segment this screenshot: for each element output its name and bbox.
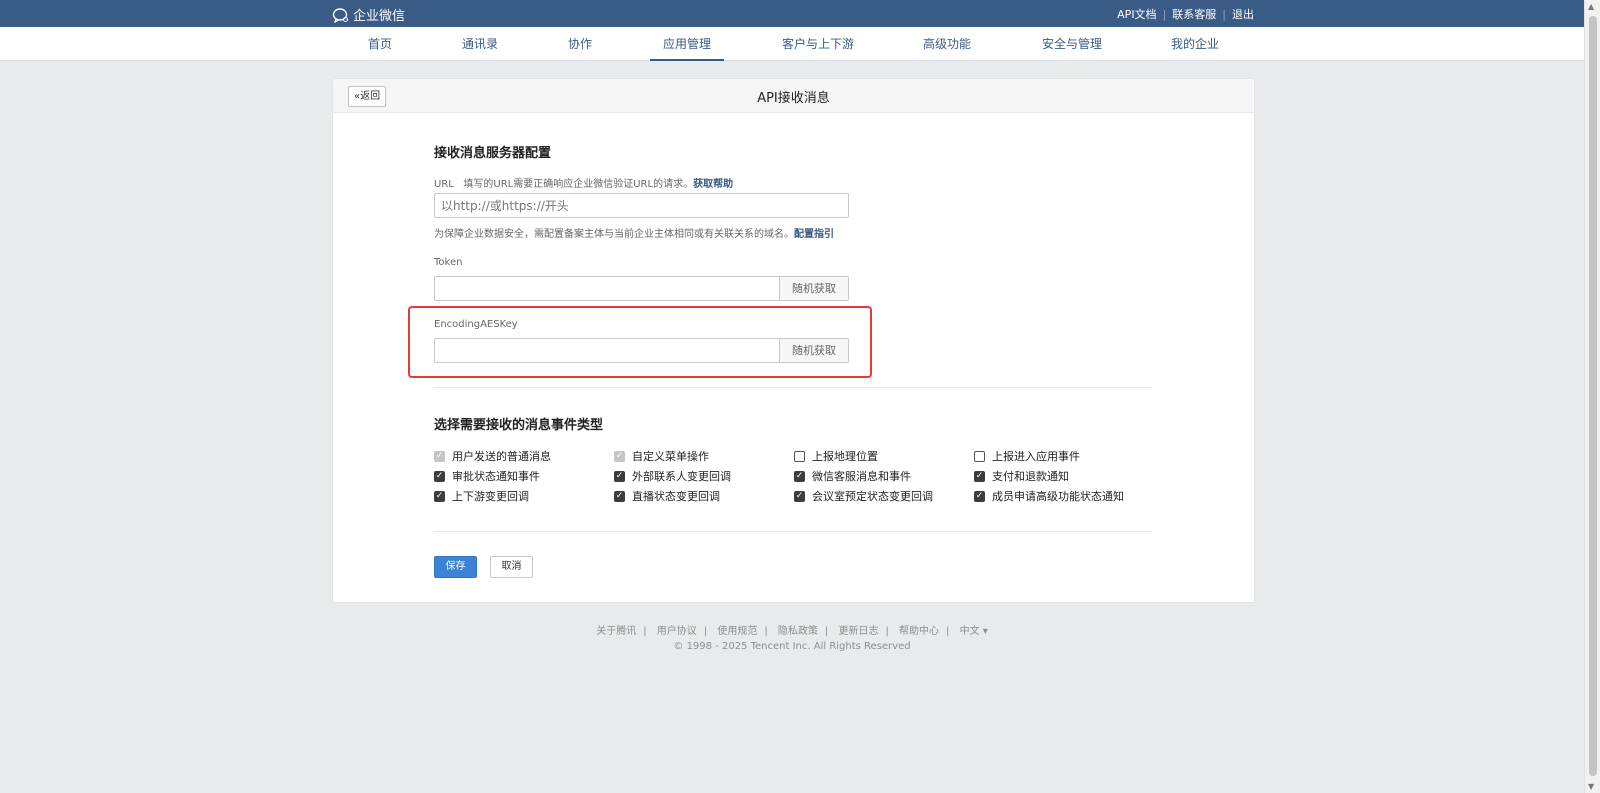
language-selector[interactable]: 中文 ▾ bbox=[960, 626, 988, 637]
event-label: 微信客服消息和事件 bbox=[812, 470, 911, 483]
server-config-title: 接收消息服务器配置 bbox=[434, 146, 552, 161]
url-help-link[interactable]: 获取帮助 bbox=[693, 179, 733, 190]
event-label: 会议室预定状态变更回调 bbox=[812, 490, 933, 503]
top-links: API文档 | 联系客服 | 退出 bbox=[1117, 6, 1254, 22]
event-checkbox[interactable]: ✓ 外部联系人变更回调 bbox=[614, 468, 731, 484]
url-label-row: URL 填写的URL需要正确响应企业微信验证URL的请求。获取帮助 bbox=[434, 175, 733, 190]
event-checkbox[interactable]: ✓ 微信客服消息和事件 bbox=[794, 468, 911, 484]
section-divider bbox=[434, 531, 1152, 532]
token-random-button[interactable]: 随机获取 bbox=[779, 277, 848, 300]
footer-link-rules[interactable]: 使用规范 bbox=[717, 626, 757, 637]
checkmark-icon: ✓ bbox=[794, 490, 805, 502]
security-hint: 为保障企业数据安全，需配置备案主体与当前企业主体相同或有关联关系的域名。配置指引 bbox=[434, 225, 834, 240]
copyright: © 1998 - 2025 Tencent Inc. All Rights Re… bbox=[673, 641, 911, 652]
url-description: 填写的URL需要正确响应企业微信验证URL的请求。 bbox=[463, 179, 694, 190]
checkbox-empty-icon bbox=[794, 450, 805, 462]
nav-item-advanced[interactable]: 高级功能 bbox=[908, 27, 986, 61]
config-guide-link[interactable]: 配置指引 bbox=[794, 229, 834, 240]
section-divider bbox=[434, 387, 1152, 388]
page-title: API接收消息 bbox=[757, 91, 830, 106]
separator: | bbox=[1162, 7, 1167, 21]
scroll-up-icon[interactable]: ▲ bbox=[1588, 2, 1594, 11]
event-checkbox[interactable]: 上报地理位置 bbox=[794, 448, 878, 464]
cancel-button[interactable]: 取消 bbox=[490, 556, 533, 578]
event-label: 直播状态变更回调 bbox=[632, 490, 720, 503]
event-checkbox[interactable]: 上报进入应用事件 bbox=[974, 448, 1080, 464]
events-title: 选择需要接收的消息事件类型 bbox=[434, 418, 604, 433]
url-label: URL bbox=[434, 179, 454, 190]
event-checkbox[interactable]: ✓ 上下游变更回调 bbox=[434, 488, 529, 504]
event-checkbox: ✓ 用户发送的普通消息 bbox=[434, 448, 551, 464]
checkmark-icon: ✓ bbox=[614, 450, 625, 462]
nav-item-contacts[interactable]: 通讯录 bbox=[455, 27, 505, 61]
nav-item-app-management[interactable]: 应用管理 bbox=[650, 27, 724, 61]
page-scrollbar[interactable]: ▲ ▼ bbox=[1584, 0, 1600, 793]
event-label: 成员申请高级功能状态通知 bbox=[992, 490, 1124, 503]
checkmark-icon: ✓ bbox=[434, 470, 445, 482]
checkmark-icon: ✓ bbox=[434, 490, 445, 502]
save-button[interactable]: 保存 bbox=[434, 556, 477, 578]
api-docs-link[interactable]: API文档 bbox=[1117, 6, 1156, 22]
checkmark-icon: ✓ bbox=[434, 450, 445, 462]
event-label: 外部联系人变更回调 bbox=[632, 470, 731, 483]
scroll-down-icon[interactable]: ▼ bbox=[1588, 782, 1594, 791]
checkmark-icon: ✓ bbox=[614, 470, 625, 482]
token-label: Token bbox=[434, 257, 463, 268]
footer-link-privacy[interactable]: 隐私政策 bbox=[778, 626, 818, 637]
checkbox-empty-icon bbox=[974, 450, 985, 462]
url-input[interactable] bbox=[434, 193, 849, 218]
security-hint-text: 为保障企业数据安全，需配置备案主体与当前企业主体相同或有关联关系的域名。 bbox=[434, 229, 794, 240]
main-nav: 首页 通讯录 协作 应用管理 客户与上下游 高级功能 安全与管理 我的企业 bbox=[0, 27, 1584, 61]
brand-name: 企业微信 bbox=[353, 9, 406, 24]
event-checkbox[interactable]: ✓ 直播状态变更回调 bbox=[614, 488, 720, 504]
nav-item-customers[interactable]: 客户与上下游 bbox=[770, 27, 866, 61]
event-checkbox[interactable]: ✓ 支付和退款通知 bbox=[974, 468, 1069, 484]
footer-link-changelog[interactable]: 更新日志 bbox=[838, 626, 878, 637]
event-checkbox: ✓ 自定义菜单操作 bbox=[614, 448, 709, 464]
event-checkbox[interactable]: ✓ 成员申请高级功能状态通知 bbox=[974, 488, 1124, 504]
checkmark-icon: ✓ bbox=[974, 490, 985, 502]
nav-item-home[interactable]: 首页 bbox=[355, 27, 405, 61]
highlight-box bbox=[408, 306, 872, 378]
nav-item-my-company[interactable]: 我的企业 bbox=[1160, 27, 1230, 61]
checkmark-icon: ✓ bbox=[794, 470, 805, 482]
event-label: 用户发送的普通消息 bbox=[452, 450, 551, 463]
wecom-logo-icon bbox=[332, 7, 348, 23]
checkmark-icon: ✓ bbox=[614, 490, 625, 502]
event-label: 自定义菜单操作 bbox=[632, 450, 709, 463]
token-input-group: 随机获取 bbox=[434, 276, 849, 301]
footer-links: 关于腾讯 | 用户协议 | 使用规范 | 隐私政策 | 更新日志 | 帮助中心 | 中文 ▾ bbox=[596, 626, 988, 637]
event-label: 上报地理位置 bbox=[812, 450, 878, 463]
event-label: 审批状态通知事件 bbox=[452, 470, 540, 483]
event-checkbox[interactable]: ✓ 会议室预定状态变更回调 bbox=[794, 488, 933, 504]
footer-link-help[interactable]: 帮助中心 bbox=[899, 626, 939, 637]
brand-logo[interactable]: 企业微信 bbox=[332, 5, 405, 24]
event-label: 上报进入应用事件 bbox=[992, 450, 1080, 463]
event-label: 支付和退款通知 bbox=[992, 470, 1069, 483]
event-checkbox[interactable]: ✓ 审批状态通知事件 bbox=[434, 468, 540, 484]
event-label: 上下游变更回调 bbox=[452, 490, 529, 503]
card-header: «返回 API接收消息 bbox=[333, 79, 1254, 113]
nav-item-collaboration[interactable]: 协作 bbox=[555, 27, 605, 61]
nav-item-security[interactable]: 安全与管理 bbox=[1032, 27, 1112, 61]
contact-support-link[interactable]: 联系客服 bbox=[1172, 6, 1216, 22]
scroll-thumb[interactable] bbox=[1589, 16, 1597, 776]
token-input[interactable] bbox=[435, 277, 779, 300]
logout-link[interactable]: 退出 bbox=[1232, 6, 1254, 22]
checkmark-icon: ✓ bbox=[974, 470, 985, 482]
footer-link-about[interactable]: 关于腾讯 bbox=[596, 626, 636, 637]
footer-link-terms[interactable]: 用户协议 bbox=[657, 626, 697, 637]
top-bar: 企业微信 API文档 | 联系客服 | 退出 bbox=[0, 0, 1584, 27]
separator: | bbox=[1222, 7, 1226, 21]
